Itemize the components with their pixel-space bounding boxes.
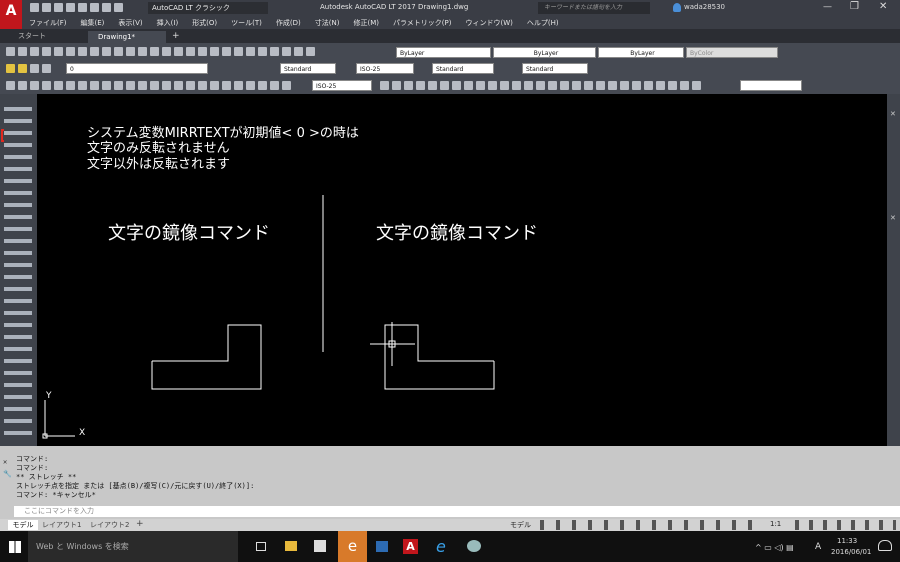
- media-icon[interactable]: [376, 541, 388, 552]
- left-draw-toolbar: [0, 94, 37, 446]
- tab-layout1[interactable]: レイアウト1: [42, 520, 81, 530]
- menu-bar: ファイル(F) 編集(E) 表示(V) 挿入(I) 形式(O) ツール(T) 作…: [22, 16, 900, 29]
- history-line: ** ストレッチ **: [16, 473, 77, 481]
- l-shape-left: [151, 324, 262, 390]
- notification-icon[interactable]: [878, 540, 892, 551]
- store-icon[interactable]: [314, 540, 326, 552]
- menu-help[interactable]: ヘルプ(H): [527, 18, 559, 28]
- tab-start[interactable]: スタート: [4, 31, 84, 42]
- close-button[interactable]: ✕: [879, 1, 887, 12]
- menu-insert[interactable]: 挿入(I): [157, 18, 179, 28]
- right-palette-bar[interactable]: ✕ ✕: [887, 94, 900, 446]
- lineweight-dropdown[interactable]: ByLayer: [598, 47, 684, 58]
- snap-toolbar[interactable]: [380, 81, 740, 91]
- menu-window[interactable]: ウィンドウ(W): [465, 18, 512, 28]
- table-style-dropdown[interactable]: Standard: [432, 63, 494, 74]
- menu-view[interactable]: 表示(V): [118, 18, 142, 28]
- file-tab-bar: スタート Drawing1* +: [0, 29, 900, 43]
- add-layout-button[interactable]: +: [136, 519, 144, 529]
- menu-parametric[interactable]: パラメトリック(P): [393, 18, 451, 28]
- annotation-scale[interactable]: 1:1: [770, 520, 781, 528]
- plotstyle-dropdown[interactable]: ByColor: [686, 47, 778, 58]
- status-right-icons[interactable]: [790, 520, 896, 530]
- color-dropdown[interactable]: ByLayer: [396, 47, 491, 58]
- app-icon[interactable]: [467, 540, 481, 552]
- clock-time[interactable]: 11:33: [837, 537, 857, 545]
- task-view-icon[interactable]: [256, 542, 266, 551]
- dim-style-dropdown-2[interactable]: ISO-25: [312, 80, 372, 91]
- toolbar-area: ByLayer ByLayer ByLayer ByColor 0 Standa…: [0, 43, 900, 94]
- status-model-button[interactable]: モデル: [510, 520, 531, 530]
- menu-dimension[interactable]: 寸法(N): [315, 18, 340, 28]
- command-window[interactable]: ✕ 🔧 コマンド: コマンド: ** ストレッチ ** ストレッチ点を指定 また…: [0, 446, 900, 519]
- history-line: コマンド:: [16, 455, 49, 463]
- menu-file[interactable]: ファイル(F): [29, 18, 67, 28]
- mleader-style-dropdown[interactable]: Standard: [522, 63, 588, 74]
- view-dropdown[interactable]: [740, 80, 802, 91]
- tab-model[interactable]: モデル: [8, 520, 38, 530]
- ucs-icon: [42, 400, 75, 439]
- drawing-canvas[interactable]: システム変数MIRRTEXTが初期値< 0 >の時は 文字のみ反転されません 文…: [37, 103, 887, 446]
- layer-dropdown[interactable]: 0: [66, 63, 208, 74]
- status-toggles[interactable]: [534, 520, 764, 530]
- windows-start-icon[interactable]: [9, 541, 21, 553]
- crosshair-cursor: [370, 322, 415, 366]
- edge-icon[interactable]: e: [338, 531, 367, 562]
- ucs-y-label: Y: [46, 391, 52, 401]
- menu-modify[interactable]: 修正(M): [353, 18, 379, 28]
- autocad-task-icon[interactable]: A: [403, 539, 418, 554]
- layer-icons[interactable]: [6, 64, 66, 74]
- tray-icons[interactable]: ^ ▭ ◁) ▤: [755, 543, 794, 552]
- close-icon[interactable]: ✕: [890, 214, 896, 222]
- clock-date[interactable]: 2016/06/01: [831, 548, 871, 556]
- ime-indicator[interactable]: A: [815, 542, 821, 552]
- command-input[interactable]: ここにコマンドを入力: [14, 506, 900, 517]
- layout-tab-bar: モデル レイアウト1 レイアウト2 + モデル 1:1: [0, 519, 900, 531]
- tab-layout2[interactable]: レイアウト2: [90, 520, 129, 530]
- minimize-button[interactable]: —: [823, 2, 832, 12]
- new-tab-button[interactable]: +: [172, 31, 180, 41]
- user-name[interactable]: wada28530: [684, 3, 725, 11]
- quick-access-toolbar[interactable]: [30, 3, 140, 13]
- menu-tools[interactable]: ツール(T): [231, 18, 262, 28]
- dim-style-dropdown[interactable]: ISO-25: [356, 63, 414, 74]
- ucs-x-label: X: [79, 428, 86, 438]
- taskbar-search[interactable]: Web と Windows を検索: [28, 531, 238, 562]
- command-history: コマンド: コマンド: ** ストレッチ ** ストレッチ点を指定 または [基…: [0, 455, 900, 500]
- tab-drawing1[interactable]: Drawing1*: [88, 31, 166, 43]
- draw-modify-toolbar[interactable]: [6, 81, 306, 91]
- standard-toolbar[interactable]: [6, 47, 386, 57]
- user-icon[interactable]: [673, 3, 681, 12]
- history-line: コマンド: *キャンセル*: [16, 491, 96, 499]
- maximize-button[interactable]: ❐: [850, 1, 859, 12]
- menu-edit[interactable]: 編集(E): [81, 18, 105, 28]
- history-line: ストレッチ点を指定 または [基点(B)/複写(C)/元に戻す(U)/終了(X)…: [16, 482, 255, 490]
- menu-draw[interactable]: 作成(D): [276, 18, 301, 28]
- toolbar-icons[interactable]: [4, 102, 32, 442]
- workspace-dropdown[interactable]: AutoCAD LT クラシック: [148, 2, 268, 14]
- help-search-input[interactable]: キーワードまたは語句を入力: [538, 2, 650, 14]
- windows-taskbar: Web と Windows を検索 e A e ^ ▭ ◁) ▤ A 11:33…: [0, 531, 900, 562]
- l-shape-right: [384, 324, 495, 390]
- text-style-dropdown[interactable]: Standard: [280, 63, 336, 74]
- title-bar: A AutoCAD LT クラシック Autodesk AutoCAD LT 2…: [0, 0, 900, 29]
- geometry: [42, 195, 495, 439]
- explorer-icon[interactable]: [285, 541, 297, 551]
- menu-format[interactable]: 形式(O): [192, 18, 217, 28]
- window-title: Autodesk AutoCAD LT 2017 Drawing1.dwg: [320, 3, 469, 11]
- close-icon[interactable]: ✕: [890, 110, 896, 118]
- app-logo[interactable]: A: [0, 0, 22, 29]
- ie-icon[interactable]: e: [436, 537, 446, 556]
- linetype-dropdown[interactable]: ByLayer: [493, 47, 596, 58]
- history-line: コマンド:: [16, 464, 49, 472]
